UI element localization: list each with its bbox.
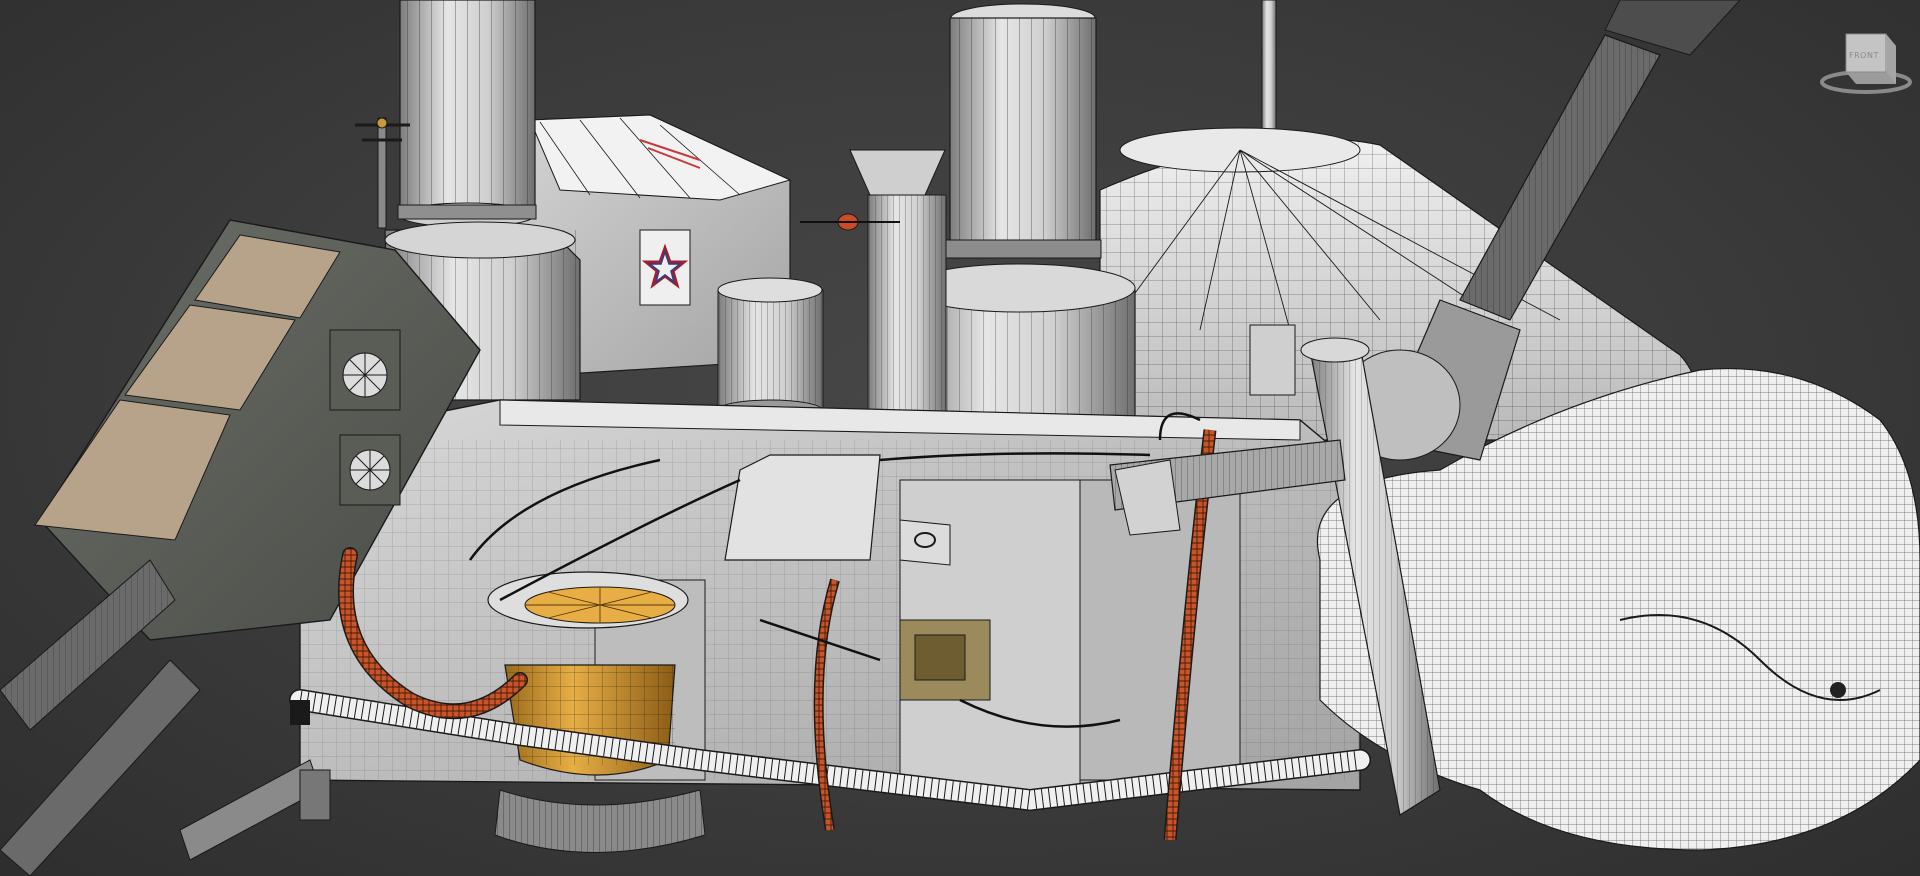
funnel-stack[interactable] xyxy=(849,149,947,436)
3d-viewport[interactable]: FRONT xyxy=(0,0,1920,876)
small-canister[interactable] xyxy=(717,277,824,421)
sample-drum[interactable] xyxy=(487,571,706,853)
view-cube-icon[interactable]: FRONT xyxy=(1806,14,1912,100)
viewcube-face-label: FRONT xyxy=(1849,51,1879,60)
wireframe-lander-model[interactable] xyxy=(0,0,1920,876)
antenna-mast[interactable] xyxy=(1261,0,1277,136)
